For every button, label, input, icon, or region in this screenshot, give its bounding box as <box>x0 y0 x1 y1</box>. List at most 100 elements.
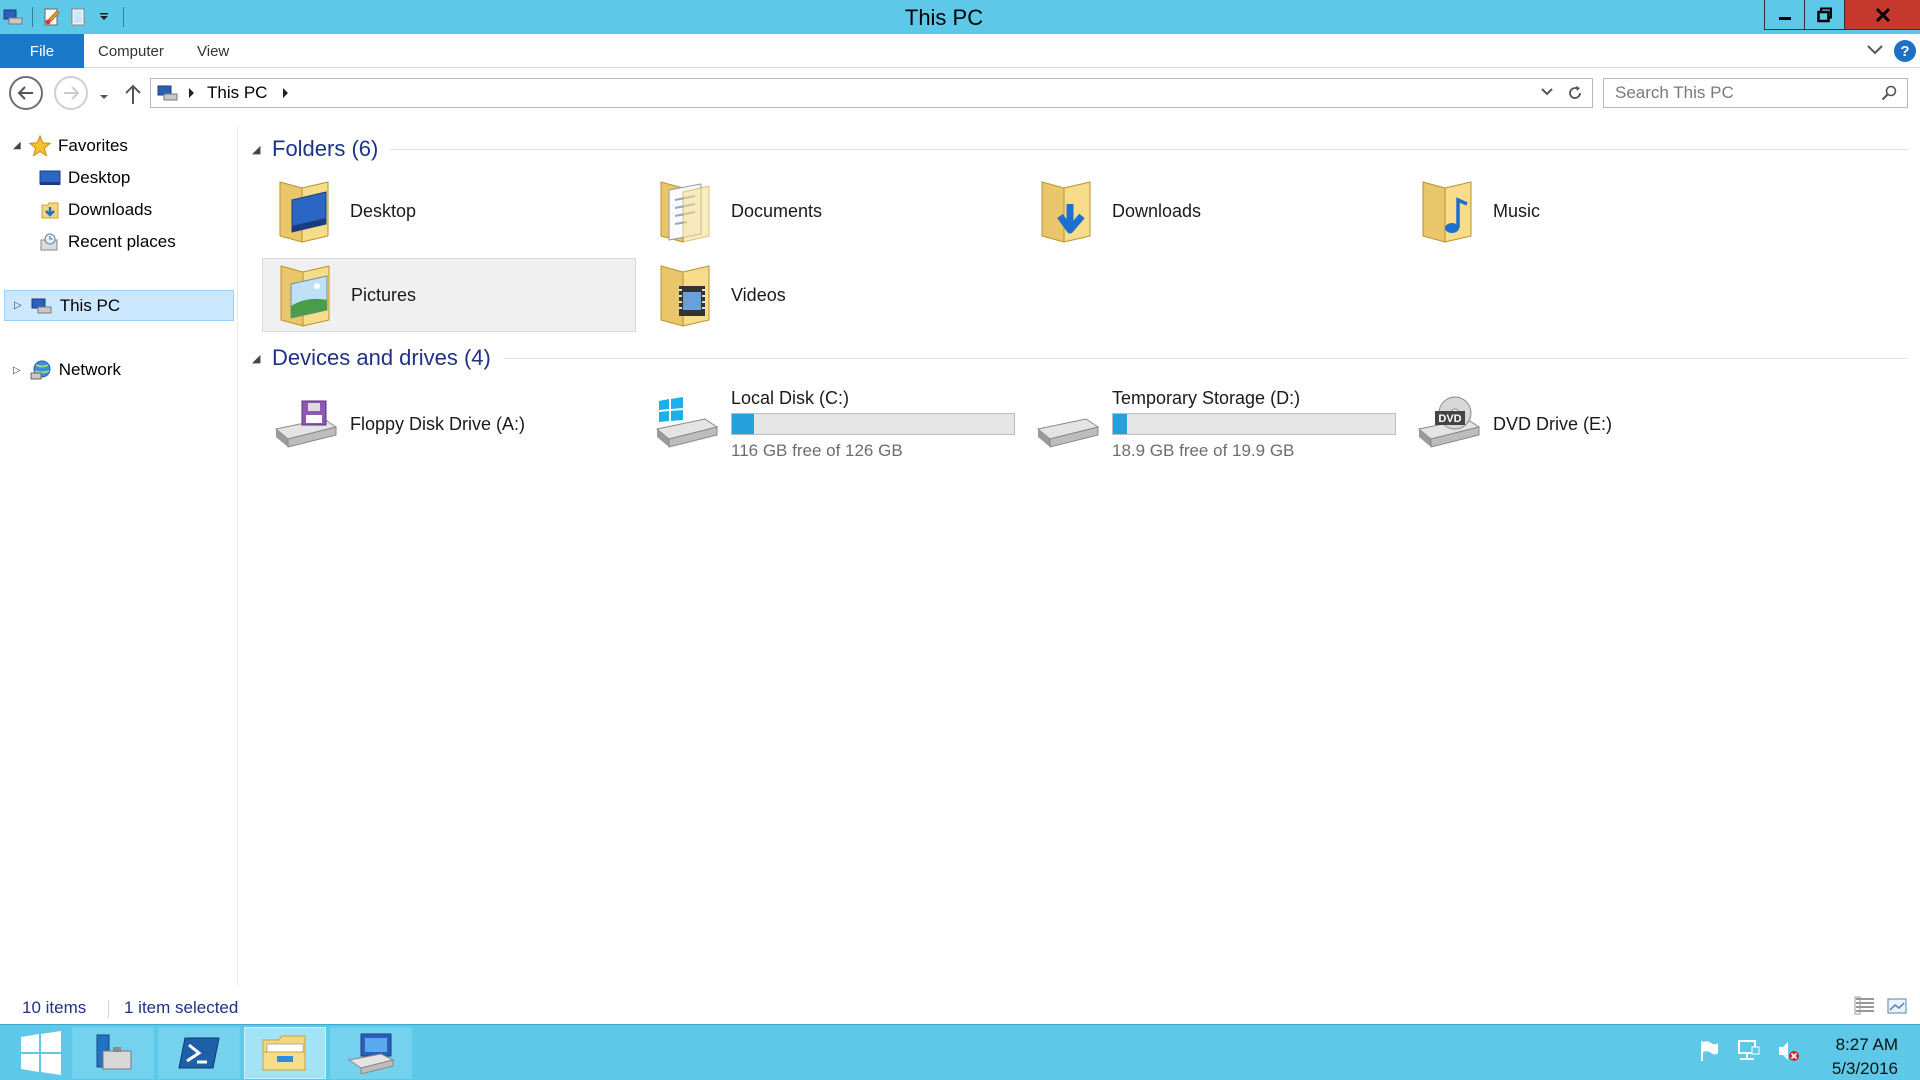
nav-favorites[interactable]: Favorites <box>28 132 128 160</box>
drive-dvd-e-label: DVD Drive (E:) <box>1493 413 1613 434</box>
nav-network[interactable]: ▷ Network <box>4 356 121 384</box>
expand-network-icon[interactable]: ▷ <box>13 365 21 376</box>
nav-desktop[interactable]: Desktop <box>38 164 130 192</box>
taskbar-server-manager[interactable] <box>72 1027 154 1079</box>
drive-d-usage-fill <box>1113 413 1128 434</box>
nav-favorites-label: Favorites <box>58 136 128 155</box>
nav-recent-places-label: Recent places <box>68 232 176 251</box>
folder-documents-label: Documents <box>731 200 823 221</box>
forward-button[interactable] <box>54 76 88 110</box>
search-icon[interactable] <box>1881 85 1897 101</box>
nav-this-pc[interactable]: ▷ This PC <box>4 290 234 321</box>
collapse-favorites-icon[interactable]: ◢ <box>13 140 21 151</box>
refresh-icon[interactable] <box>1567 85 1583 101</box>
drive-local-disk-c-label: Local Disk (C:) <box>731 387 850 408</box>
system-tray <box>1698 1039 1800 1068</box>
title-bar: This PC <box>0 0 1920 34</box>
action-center-flag-icon[interactable] <box>1698 1039 1720 1068</box>
group-divider <box>390 148 1908 150</box>
music-folder-icon <box>1413 176 1483 246</box>
folder-videos[interactable]: Videos <box>643 258 1017 332</box>
navigation-bar: This PC <box>0 74 1920 112</box>
folder-downloads[interactable]: Downloads <box>1024 174 1398 248</box>
breadcrumb-this-pc[interactable]: This PC <box>207 83 267 103</box>
large-icons-view-icon[interactable] <box>1886 996 1908 1021</box>
devices-group-header[interactable]: ◢ Devices and drives (4) <box>252 345 1908 371</box>
up-arrow-icon[interactable] <box>124 83 142 110</box>
drive-c-free-space: 116 GB free of 126 GB <box>731 440 903 460</box>
devices-header-label: Devices and drives (4) <box>272 345 491 370</box>
network-status-icon[interactable] <box>1736 1039 1760 1068</box>
window-controls <box>1764 0 1920 30</box>
expand-this-pc-icon[interactable]: ▷ <box>14 300 22 311</box>
drive-floppy-a[interactable]: Floppy Disk Drive (A:) <box>262 386 642 462</box>
drive-dvd-e[interactable]: DVD DVD Drive (E:) <box>1405 386 1785 462</box>
folders-group-header[interactable]: ◢ Folders (6) <box>252 136 1908 162</box>
folder-desktop-label: Desktop <box>350 200 417 221</box>
pictures-folder-icon <box>271 260 341 330</box>
taskbar-this-pc[interactable] <box>330 1027 412 1079</box>
nav-this-pc-label: This PC <box>59 295 121 315</box>
restore-button[interactable] <box>1804 0 1844 30</box>
taskbar-powershell[interactable] <box>158 1027 240 1079</box>
volume-muted-icon[interactable] <box>1776 1039 1800 1068</box>
collapse-folders-icon[interactable]: ◢ <box>252 143 272 156</box>
search-input[interactable] <box>1615 83 1875 103</box>
expand-ribbon-chevron-icon[interactable] <box>1866 42 1884 60</box>
close-button[interactable] <box>1844 0 1920 30</box>
this-pc-icon <box>30 294 54 318</box>
nav-desktop-label: Desktop <box>68 168 131 187</box>
this-pc-small-icon <box>157 84 179 102</box>
nav-recent-places[interactable]: Recent places <box>38 228 176 256</box>
item-count: 10 items <box>22 998 87 1017</box>
navigation-pane: ◢ Favorites Desktop Downloads Recent pla… <box>0 126 238 986</box>
tab-view[interactable]: View <box>197 43 229 60</box>
folder-documents[interactable]: Documents <box>643 174 1017 248</box>
group-divider <box>502 357 1908 359</box>
tab-computer[interactable]: Computer <box>98 43 164 60</box>
back-button[interactable] <box>9 76 43 110</box>
dvd-label-text: DVD <box>1438 413 1461 425</box>
desktop-folder-icon <box>270 176 340 246</box>
downloads-folder-icon <box>1032 176 1102 246</box>
folder-pictures[interactable]: Pictures <box>262 258 636 332</box>
breadcrumb-arrow-icon[interactable] <box>187 87 195 99</box>
folder-desktop[interactable]: Desktop <box>262 174 636 248</box>
folder-music-label: Music <box>1493 200 1541 221</box>
search-box[interactable] <box>1603 78 1908 108</box>
star-icon <box>28 134 52 158</box>
network-icon <box>29 358 53 382</box>
system-drive-icon <box>651 389 721 459</box>
tab-file[interactable]: File <box>0 34 84 68</box>
nav-downloads-label: Downloads <box>68 200 153 219</box>
start-button[interactable] <box>0 1027 82 1079</box>
recent-places-icon <box>38 230 62 254</box>
computer-icon <box>347 1033 395 1074</box>
drive-floppy-a-label: Floppy Disk Drive (A:) <box>350 413 526 434</box>
taskbar-clock[interactable]: 8:27 AM 5/3/2016 <box>1832 1033 1898 1080</box>
help-icon[interactable]: ? <box>1894 40 1916 62</box>
nav-network-label: Network <box>58 360 122 379</box>
drive-temporary-storage-d-label: Temporary Storage (D:) <box>1112 387 1301 408</box>
address-bar[interactable]: This PC <box>150 78 1593 108</box>
drive-local-disk-c[interactable]: Local Disk (C:) 116 GB free of 126 GB <box>643 386 1023 462</box>
downloads-icon <box>38 198 62 222</box>
nav-downloads[interactable]: Downloads <box>38 196 152 224</box>
ribbon: File Computer View ? <box>0 34 1920 68</box>
hard-drive-icon <box>1032 389 1102 459</box>
breadcrumb-arrow-icon[interactable] <box>281 87 289 99</box>
drive-c-usage-bar <box>731 412 1015 435</box>
folder-videos-label: Videos <box>731 284 786 305</box>
status-divider <box>108 1000 109 1018</box>
minimize-button[interactable] <box>1764 0 1804 30</box>
collapse-devices-icon[interactable]: ◢ <box>252 352 272 365</box>
drive-temporary-storage-d[interactable]: Temporary Storage (D:) 18.9 GB free of 1… <box>1024 386 1404 462</box>
details-view-icon[interactable] <box>1854 996 1876 1021</box>
address-history-chevron-icon[interactable] <box>1540 87 1554 97</box>
powershell-icon <box>178 1037 220 1069</box>
folder-music[interactable]: Music <box>1405 174 1779 248</box>
taskbar-file-explorer[interactable] <box>244 1027 326 1079</box>
recent-locations-chevron-icon[interactable] <box>98 88 110 106</box>
desktop-icon <box>38 166 62 190</box>
documents-folder-icon <box>651 176 721 246</box>
